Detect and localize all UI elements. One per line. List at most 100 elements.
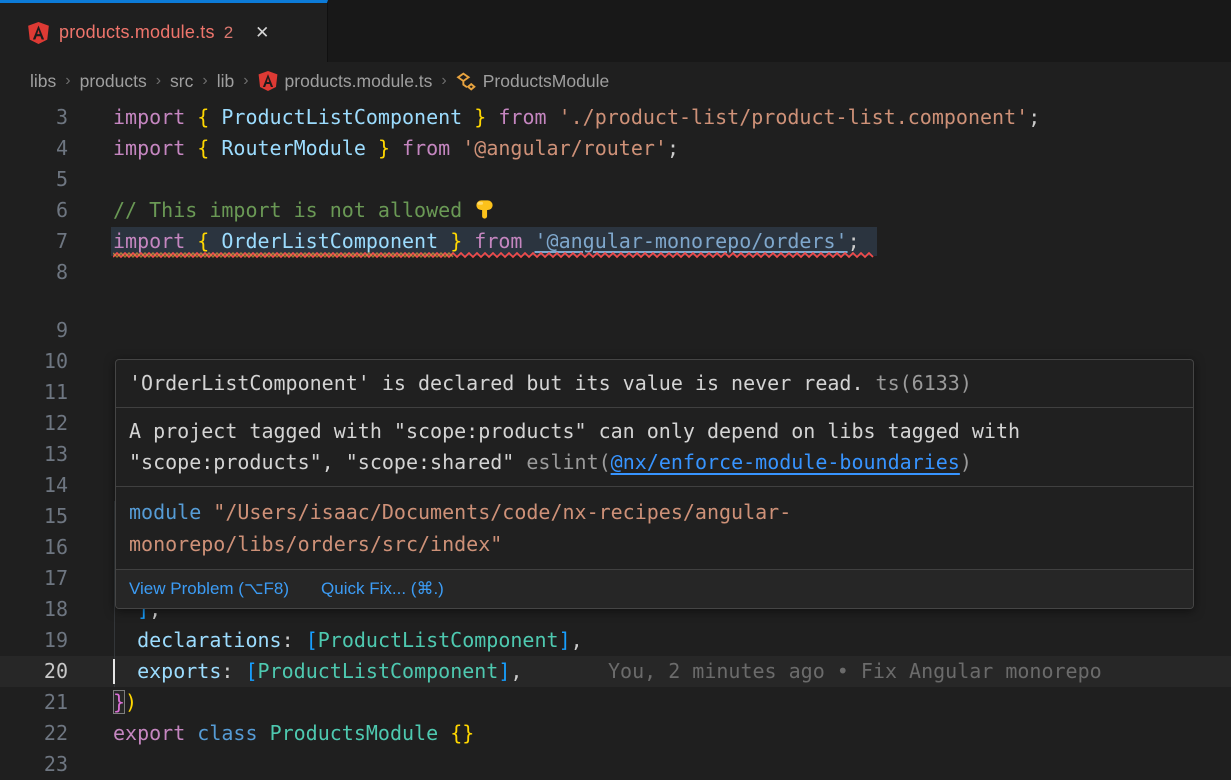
hover-text: monorepo/libs/orders/src/index" bbox=[129, 532, 502, 556]
code-line-23[interactable]: 23 bbox=[0, 749, 1231, 780]
breadcrumb-separator: › bbox=[156, 72, 161, 90]
token-punc bbox=[462, 229, 474, 253]
breadcrumb-item-products-module-ts[interactable]: products.module.ts bbox=[258, 71, 433, 92]
token-b1: {} bbox=[450, 721, 474, 745]
token-imp: ProductListComponent bbox=[221, 105, 462, 129]
pointing-down-emoji-icon bbox=[474, 198, 495, 222]
token-punc: , bbox=[571, 628, 583, 652]
token-kw: import bbox=[113, 105, 185, 129]
token-b3: [ bbox=[245, 659, 257, 683]
tab-strip: products.module.ts 2 ✕ bbox=[0, 0, 1231, 62]
code-line-19[interactable]: 19 declarations: [ProductListComponent], bbox=[0, 625, 1231, 656]
line-number[interactable]: 9 bbox=[0, 315, 68, 346]
line-number[interactable]: 21 bbox=[0, 687, 68, 718]
line-number[interactable]: 8 bbox=[0, 257, 68, 288]
eslint-rule-link[interactable]: @nx/enforce-module-boundaries bbox=[611, 450, 960, 474]
token-punc bbox=[547, 105, 559, 129]
line-number[interactable]: 7 bbox=[0, 226, 68, 257]
token-imp: OrderListComponent bbox=[221, 229, 438, 253]
line-number[interactable]: 3 bbox=[0, 102, 68, 133]
code-line-7[interactable]: 7 import { OrderListComponent } from '@an… bbox=[0, 226, 1231, 257]
line-number[interactable]: 20 bbox=[0, 656, 68, 687]
breadcrumb-label: ProductsModule bbox=[483, 71, 609, 92]
line-number[interactable]: 5 bbox=[0, 164, 68, 195]
token-punc: ; bbox=[848, 229, 860, 253]
breadcrumb-item-products[interactable]: products bbox=[80, 71, 147, 92]
line-number[interactable]: 22 bbox=[0, 718, 68, 749]
error-hover-popup: 'OrderListComponent' is declared but its… bbox=[115, 359, 1194, 609]
tab-title: products.module.ts bbox=[59, 22, 215, 43]
token-type: ProductsModule bbox=[270, 721, 439, 745]
breadcrumb-item-libs[interactable]: libs bbox=[30, 71, 56, 92]
token-lnk[interactable]: '@angular-monorepo/orders' bbox=[535, 229, 848, 253]
line-number[interactable]: 11 bbox=[0, 377, 68, 408]
code-text: export class ProductsModule {} bbox=[113, 718, 474, 749]
code-line-8[interactable]: 8 bbox=[0, 257, 1231, 288]
code-line-4[interactable]: 4 import { RouterModule } from '@angular/… bbox=[0, 133, 1231, 164]
angular-icon bbox=[28, 22, 49, 44]
line-number[interactable]: 13 bbox=[0, 439, 68, 470]
code-line-3[interactable]: 3import { ProductListComponent } from '.… bbox=[0, 102, 1231, 133]
token-kw: from bbox=[474, 229, 522, 253]
hover-text: module bbox=[129, 500, 201, 524]
editor[interactable]: 3 import { ProductListComponent } from '.… bbox=[0, 100, 1231, 780]
hover-section-2: A project tagged with "scope:products" c… bbox=[116, 408, 1193, 486]
token-punc bbox=[113, 659, 137, 683]
line-number[interactable]: 6 bbox=[0, 195, 68, 226]
line-number[interactable]: 19 bbox=[0, 625, 68, 656]
quick-fix-action[interactable]: Quick Fix... (⌘.) bbox=[321, 579, 444, 599]
line-number[interactable]: 18 bbox=[0, 594, 68, 625]
token-punc bbox=[209, 136, 221, 160]
token-str: './product-list/product-list.component' bbox=[559, 105, 1029, 129]
breadcrumb-separator: › bbox=[243, 72, 248, 90]
code-line-9[interactable]: 9 bbox=[0, 315, 1231, 346]
token-type: ProductListComponent bbox=[258, 659, 499, 683]
line-number[interactable]: 4 bbox=[0, 133, 68, 164]
token-b3: ] bbox=[559, 628, 571, 652]
breadcrumb-item-lib[interactable]: lib bbox=[217, 71, 235, 92]
close-icon[interactable]: ✕ bbox=[255, 23, 269, 43]
token-str: '@angular/router' bbox=[462, 136, 667, 160]
code-line-5[interactable]: 5 bbox=[0, 164, 1231, 195]
token-b1: } bbox=[378, 136, 390, 160]
code-line-6[interactable]: 6// This import is not allowed bbox=[0, 195, 1231, 226]
token-type: ProductListComponent bbox=[318, 628, 559, 652]
hover-row: monorepo/libs/orders/src/index" bbox=[129, 528, 1180, 560]
token-punc bbox=[258, 721, 270, 745]
breadcrumb-label: libs bbox=[30, 71, 56, 92]
token-punc: ; bbox=[1028, 105, 1040, 129]
token-punc bbox=[522, 229, 534, 253]
hover-row: 'OrderListComponent' is declared but its… bbox=[129, 368, 1180, 399]
line-number[interactable]: 23 bbox=[0, 749, 68, 780]
token-punc bbox=[209, 105, 221, 129]
breadcrumb-item-src[interactable]: src bbox=[170, 71, 193, 92]
view-problem-action[interactable]: View Problem (⌥F8) bbox=[129, 579, 289, 599]
hover-section-1: 'OrderListComponent' is declared but its… bbox=[116, 360, 1193, 407]
token-kw: from bbox=[498, 105, 546, 129]
token-punc: : bbox=[221, 659, 245, 683]
code-line-20[interactable]: 20 exports: [ProductListComponent],You, … bbox=[0, 656, 1231, 687]
code-line-21[interactable]: 21}) bbox=[0, 687, 1231, 718]
token-punc bbox=[185, 229, 197, 253]
breadcrumb-item-productsmodule[interactable]: ProductsModule bbox=[456, 71, 609, 92]
breadcrumb: libs›products›src›lib›products.module.ts… bbox=[0, 62, 1231, 100]
line-number[interactable]: 12 bbox=[0, 408, 68, 439]
code-line-22[interactable]: 22 export class ProductsModule {} bbox=[0, 718, 1231, 749]
line-number[interactable]: 10 bbox=[0, 346, 68, 377]
text-cursor bbox=[113, 659, 115, 684]
token-kw: import bbox=[113, 229, 185, 253]
code-text: import { RouterModule } from '@angular/r… bbox=[113, 133, 679, 164]
line-number[interactable]: 16 bbox=[0, 532, 68, 563]
line-number[interactable]: 14 bbox=[0, 470, 68, 501]
token-b1: } bbox=[450, 229, 462, 253]
tab-products-module[interactable]: products.module.ts 2 ✕ bbox=[0, 0, 328, 62]
code-text: }) bbox=[113, 687, 137, 718]
line-number[interactable]: 15 bbox=[0, 501, 68, 532]
line-number[interactable]: 17 bbox=[0, 563, 68, 594]
hover-row: module "/Users/isaac/Documents/code/nx-r… bbox=[129, 496, 1180, 528]
hover-text: ) bbox=[960, 450, 972, 474]
breadcrumb-label: products bbox=[80, 71, 147, 92]
git-blame-annotation: You, 2 minutes ago • Fix Angular monorep… bbox=[608, 656, 1102, 687]
token-b1: { bbox=[197, 229, 209, 253]
hover-text: 'OrderListComponent' is declared but its… bbox=[129, 371, 876, 395]
